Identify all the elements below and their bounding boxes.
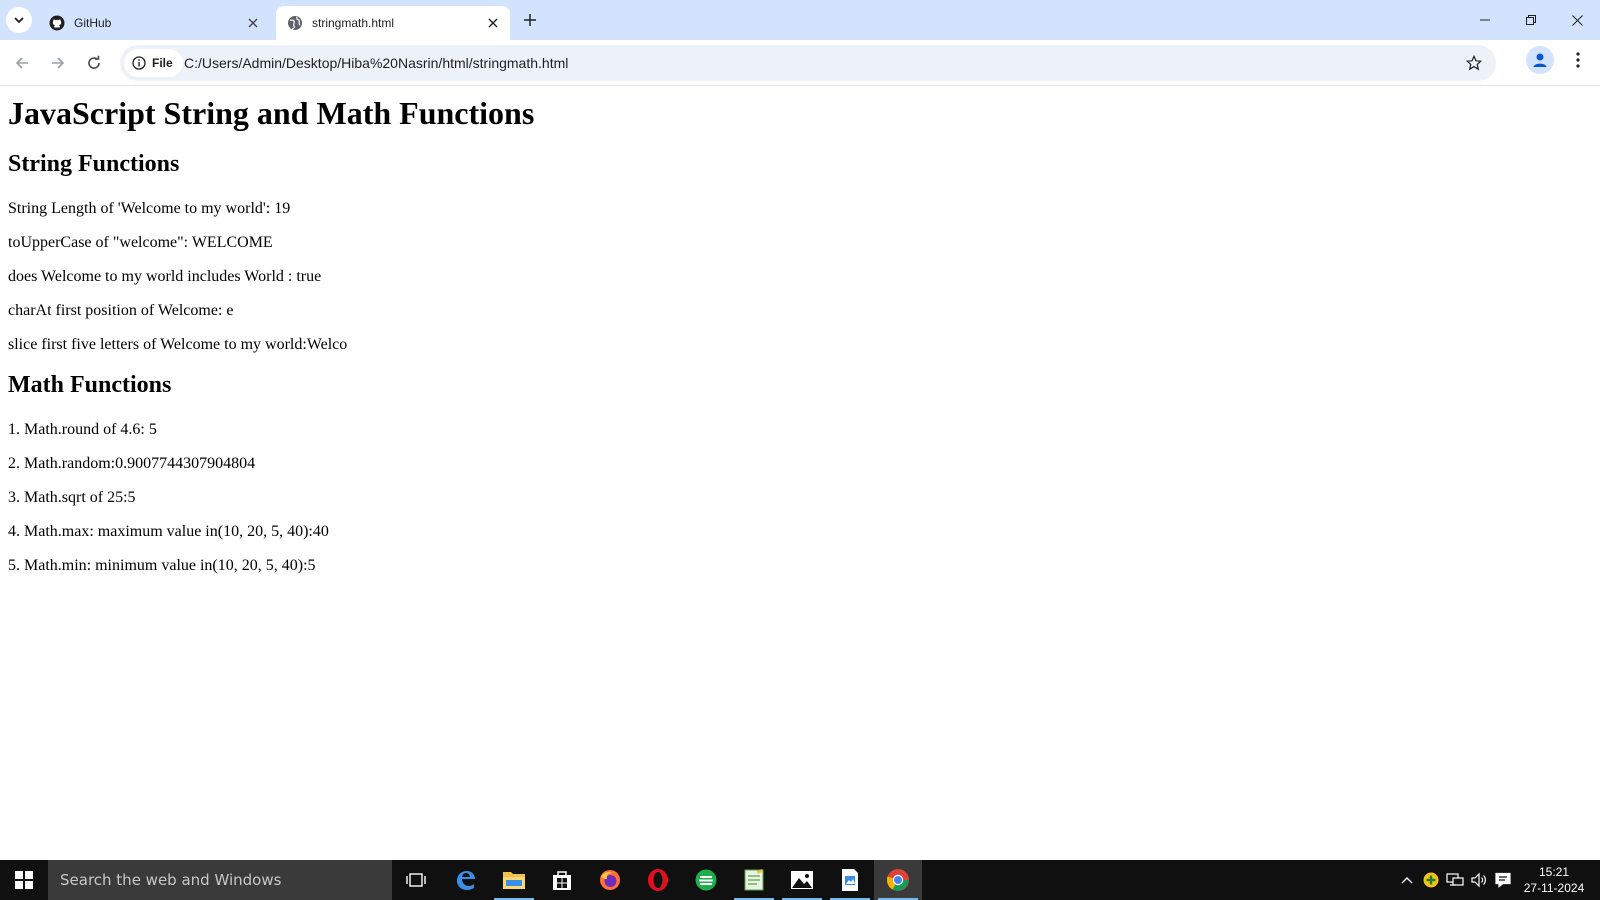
opera-icon <box>648 869 668 891</box>
address-bar[interactable]: File C:/Users/Admin/Desktop/Hiba%20Nasri… <box>120 45 1496 81</box>
notepad-app[interactable] <box>730 860 778 900</box>
restore-icon <box>1526 15 1536 25</box>
browser-menu-button[interactable] <box>1566 48 1590 72</box>
profile-avatar-icon <box>1533 53 1547 67</box>
math-result-line: 1. Math.round of 4.6: 5 <box>8 421 157 438</box>
math-result-line: 4. Math.max: maximum value in(10, 20, 5,… <box>8 523 329 540</box>
photos-app[interactable] <box>778 860 826 900</box>
bookmark-button[interactable] <box>1462 51 1486 75</box>
paint-icon <box>842 869 858 891</box>
firefox-icon <box>600 870 620 890</box>
math-result-line: 3. Math.sqrt of 25:5 <box>8 489 136 506</box>
string-result-line: slice first five letters of Welcome to m… <box>8 336 348 353</box>
profile-button[interactable] <box>1526 46 1554 74</box>
store-icon <box>553 871 571 890</box>
volume-button[interactable] <box>1468 860 1490 900</box>
string-functions-heading: String Functions <box>8 151 180 177</box>
math-result-line: 5. Math.min: minimum value in(10, 20, 5,… <box>8 557 316 574</box>
close-icon <box>488 18 498 28</box>
close-window-button[interactable] <box>1554 0 1600 40</box>
firefox-app[interactable] <box>586 860 634 900</box>
file-explorer-app[interactable] <box>490 860 538 900</box>
edge-app[interactable] <box>442 860 490 900</box>
site-info-chip[interactable]: File <box>124 49 183 77</box>
page-title: JavaScript String and Math Functions <box>8 95 535 131</box>
arrow-right-icon <box>52 57 65 69</box>
notification-icon <box>1495 872 1511 888</box>
tab-title: stringmath.html <box>312 16 395 30</box>
chevron-up-icon <box>1401 877 1413 884</box>
page-content: JavaScript String and Math Functions Str… <box>0 87 1600 860</box>
minimize-icon <box>1480 19 1490 21</box>
opera-app[interactable] <box>634 860 682 900</box>
network-icon <box>1446 873 1464 886</box>
string-result-line: toUpperCase of "welcome": WELCOME <box>8 234 273 251</box>
green-app-icon <box>695 869 717 891</box>
math-functions-heading: Math Functions <box>8 372 172 398</box>
close-icon <box>1571 14 1583 26</box>
windows-logo-icon <box>15 871 33 889</box>
kebab-menu-icon <box>1576 52 1580 68</box>
taskbar-search-box[interactable]: Search the web and Windows <box>48 860 392 900</box>
clock-date: 27-11-2024 <box>1523 881 1585 895</box>
task-view-icon <box>406 873 426 887</box>
photos-icon <box>791 871 813 889</box>
taskbar-search-placeholder: Search the web and Windows <box>60 871 282 889</box>
chrome-icon <box>886 869 909 891</box>
string-result-line: charAt first position of Welcome: e <box>8 302 234 319</box>
windows-taskbar: Search the web and Windows 15:21 27-11-2… <box>0 860 1600 900</box>
tab-title: GitHub <box>74 16 112 30</box>
github-icon <box>49 15 65 31</box>
task-view-button[interactable] <box>392 860 440 900</box>
notepad-icon <box>744 869 764 891</box>
new-tab-button[interactable] <box>518 8 542 32</box>
tray-app-icon <box>1423 872 1439 888</box>
site-info-label: File <box>152 56 173 70</box>
string-result-line: does Welcome to my world includes World … <box>8 268 322 285</box>
store-app[interactable] <box>538 860 586 900</box>
green-app[interactable] <box>682 860 730 900</box>
back-button[interactable] <box>6 47 38 79</box>
restore-button[interactable] <box>1508 0 1554 40</box>
network-button[interactable] <box>1444 860 1466 900</box>
plus-icon <box>524 14 536 26</box>
volume-icon <box>1471 872 1486 888</box>
clock-time: 15:21 <box>1538 865 1570 879</box>
math-result-line: 2. Math.random:0.9007744307904804 <box>8 455 256 472</box>
chevron-down-icon <box>14 17 24 24</box>
info-icon <box>132 56 146 70</box>
chrome-app[interactable] <box>874 860 922 900</box>
star-icon <box>1466 55 1482 71</box>
url-text[interactable]: C:/Users/Admin/Desktop/Hiba%20Nasrin/htm… <box>184 55 568 71</box>
arrow-left-icon <box>15 57 28 69</box>
reload-icon <box>88 55 100 69</box>
reload-button[interactable] <box>78 47 110 79</box>
tray-app-button[interactable] <box>1420 860 1442 900</box>
browser-toolbar: File C:/Users/Admin/Desktop/Hiba%20Nasri… <box>0 40 1600 86</box>
close-tab-button[interactable] <box>244 14 262 32</box>
string-result-line: String Length of 'Welcome to my world': … <box>8 200 291 217</box>
minimize-button[interactable] <box>1462 0 1508 40</box>
forward-button[interactable] <box>42 47 74 79</box>
edge-icon <box>457 871 475 890</box>
paint-app[interactable] <box>826 860 874 900</box>
tab-search-button[interactable] <box>6 7 32 33</box>
globe-icon <box>288 16 302 30</box>
close-tab-button[interactable] <box>484 14 502 32</box>
show-hidden-icons-button[interactable] <box>1396 860 1418 900</box>
tab-github[interactable]: GitHub <box>38 6 270 40</box>
file-explorer-icon <box>503 872 525 889</box>
close-icon <box>248 18 258 28</box>
taskbar-clock[interactable]: 15:21 27-11-2024 <box>1518 864 1590 896</box>
tab-stringmath[interactable]: stringmath.html <box>276 6 510 40</box>
action-center-button[interactable] <box>1492 860 1514 900</box>
start-button[interactable] <box>0 860 48 900</box>
tab-strip: GitHub stringmath.html <box>0 0 1600 40</box>
